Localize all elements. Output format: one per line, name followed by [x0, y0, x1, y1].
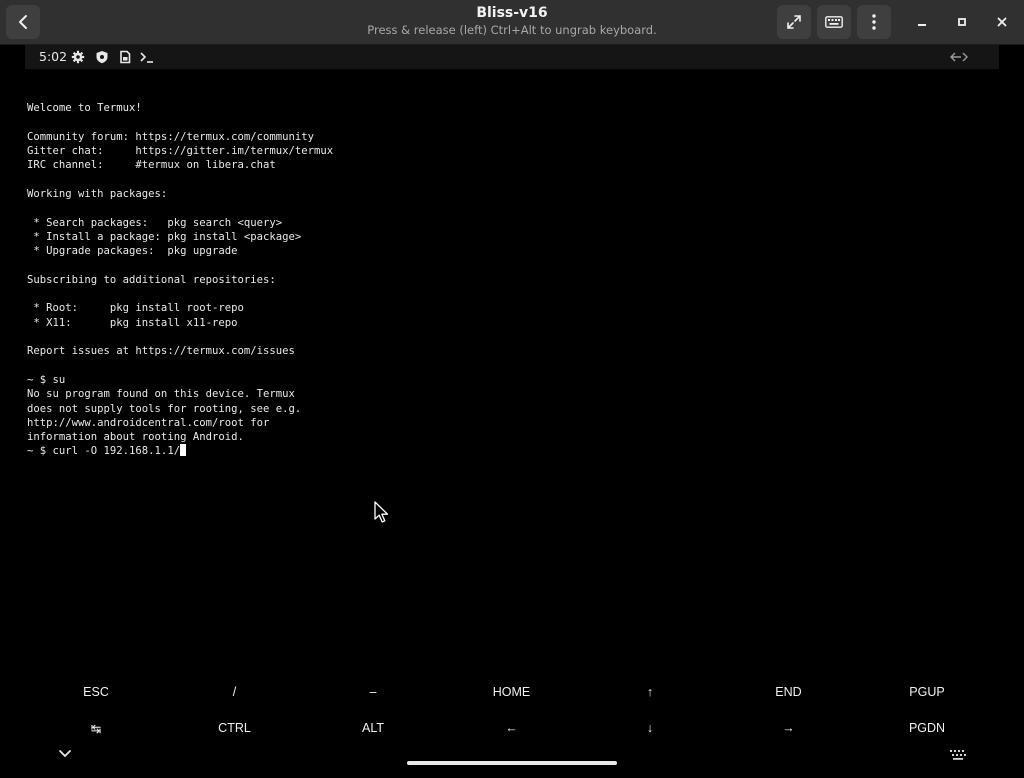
text-cursor: [180, 444, 187, 457]
terminal-line: * Install a package: pkg install <packag…: [27, 230, 302, 243]
command-input[interactable]: ~ $ curl -O 192.168.1.1/: [27, 445, 180, 457]
window-title: Bliss-v16: [476, 5, 548, 21]
key-pgup[interactable]: PGUP: [858, 677, 996, 707]
terminal-line: * X11: pkg install x11-repo: [27, 316, 238, 329]
terminal-line: ~ $ su: [27, 373, 66, 386]
keyboard-icon[interactable]: [948, 749, 968, 761]
terminal-line: Welcome to Termux!: [27, 102, 142, 115]
shield-icon: [96, 51, 108, 64]
key-down[interactable]: ↓: [581, 713, 719, 743]
terminal-line: http://www.androidcentral.com/root for: [27, 416, 270, 429]
terminal-icon: [140, 52, 153, 63]
key-up[interactable]: ↑: [581, 677, 719, 707]
key-alt[interactable]: ALT: [304, 713, 442, 743]
terminal-line: information about rooting Android.: [27, 431, 244, 444]
terminal-output[interactable]: Welcome to Termux! Community forum: https…: [27, 87, 987, 459]
chevron-left-icon: [19, 15, 27, 29]
title-area: Bliss-v16 Press & release (left) Ctrl+Al…: [300, 4, 724, 38]
status-time: 5:02: [39, 49, 68, 64]
window-subtitle: Press & release (left) Ctrl+Alt to ungra…: [367, 23, 657, 37]
key-dash[interactable]: –: [304, 677, 442, 707]
key-slash[interactable]: /: [166, 677, 304, 707]
terminal-line: No su program found on this device. Term…: [27, 388, 295, 401]
minimize-button[interactable]: [907, 7, 937, 37]
maximize-button[interactable]: [947, 7, 977, 37]
key-tab[interactable]: ↹: [27, 713, 165, 743]
terminal-line: * Root: pkg install root-repo: [27, 302, 244, 315]
mouse-pointer-icon: [374, 501, 389, 523]
key-esc[interactable]: ESC: [27, 677, 165, 707]
menu-button[interactable]: [857, 5, 891, 39]
back-button[interactable]: [6, 5, 40, 39]
window-titlebar: Bliss-v16 Press & release (left) Ctrl+Al…: [0, 0, 1024, 45]
android-status-bar: 5:02: [25, 45, 999, 69]
key-end[interactable]: END: [720, 677, 858, 707]
terminal-prompt-line[interactable]: ~ $ curl -O 192.168.1.1/: [27, 444, 987, 458]
key-left[interactable]: ←: [443, 713, 581, 743]
terminal-line: Subscribing to additional repositories:: [27, 273, 276, 286]
terminal-line: Report issues at https://termux.com/issu…: [27, 345, 295, 358]
fullscreen-icon: [787, 15, 801, 29]
key-ctrl[interactable]: CTRL: [166, 713, 304, 743]
terminal-line: Community forum: https://termux.com/comm…: [27, 130, 315, 143]
home-gesture-handle[interactable]: [407, 761, 617, 765]
terminal-line: * Upgrade packages: pkg upgrade: [27, 245, 238, 258]
fullscreen-button[interactable]: [777, 5, 811, 39]
close-icon: [997, 17, 1007, 27]
terminal-line: Working with packages:: [27, 188, 168, 201]
gear-icon: [71, 50, 85, 64]
close-button[interactable]: [987, 7, 1017, 37]
sim-card-icon: [120, 50, 131, 64]
chevron-down-icon[interactable]: [57, 748, 73, 760]
keyboard-icon: [825, 16, 843, 28]
key-pgdn[interactable]: PGDN: [858, 713, 996, 743]
key-right[interactable]: →: [720, 713, 858, 743]
minimize-icon: [918, 24, 926, 26]
terminal-line: IRC channel: #termux on libera.chat: [27, 159, 276, 172]
expand-horizontal-icon: [950, 52, 968, 62]
kebab-menu-icon: [872, 14, 876, 30]
maximize-icon: [958, 18, 966, 26]
key-home[interactable]: HOME: [443, 677, 581, 707]
terminal-line: does not supply tools for rooting, see e…: [27, 402, 302, 415]
keyboard-grab-button[interactable]: [817, 5, 851, 39]
terminal-line: Gitter chat: https://gitter.im/termux/te…: [27, 145, 334, 158]
terminal-line: * Search packages: pkg search <query>: [27, 216, 283, 229]
